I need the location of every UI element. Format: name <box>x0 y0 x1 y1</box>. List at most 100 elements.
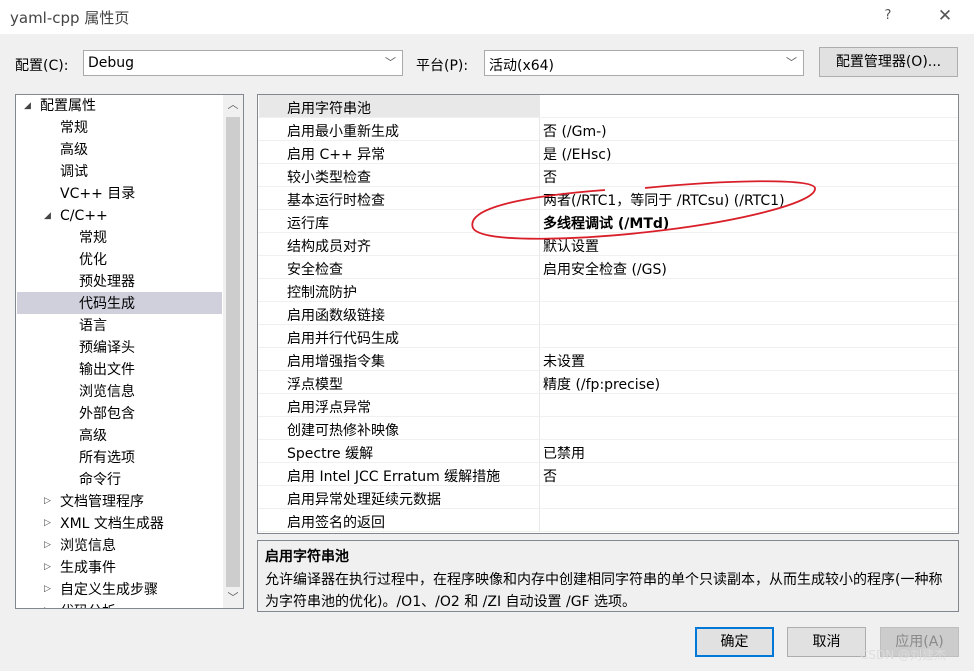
tree-scrollbar[interactable]: ︿ ﹀ <box>223 95 243 608</box>
property-row[interactable]: 启用最小重新生成 否 (/Gm-) <box>258 118 958 141</box>
tree-item[interactable]: 语言 <box>79 315 107 337</box>
column-divider <box>539 348 540 370</box>
tree-item[interactable]: 外部包含 <box>79 403 135 425</box>
column-divider <box>539 486 540 508</box>
tree-item-selected[interactable]: 代码生成 <box>79 293 135 315</box>
collapsed-arrow-icon[interactable]: ▷ <box>44 562 51 572</box>
collapsed-arrow-icon[interactable]: ▷ <box>44 496 51 506</box>
property-name: 启用增强指令集 <box>287 354 385 370</box>
scroll-down-icon[interactable]: ﹀ <box>223 588 243 608</box>
scroll-up-icon[interactable]: ︿ <box>223 95 243 115</box>
column-divider <box>539 233 540 255</box>
tree-item[interactable]: 浏览信息 <box>79 381 135 403</box>
tree-item-cpp[interactable]: C/C++ <box>60 205 108 227</box>
property-name: 启用浮点异常 <box>287 400 371 416</box>
property-value: 是 (/EHsc) <box>543 147 612 163</box>
chevron-down-icon: ﹀ <box>786 56 797 69</box>
column-divider <box>539 210 540 232</box>
tree-item[interactable]: 预编译头 <box>79 337 135 359</box>
property-grid[interactable]: 启用字符串池 启用最小重新生成 否 (/Gm-) 启用 C++ 异常 是 (/EHs… <box>257 94 959 534</box>
property-row[interactable]: 启用字符串池 <box>258 95 958 118</box>
tree-item[interactable]: 自定义生成步骤 <box>60 579 158 601</box>
property-tree[interactable]: ◢ 配置属性 常规 高级 调试 VC++ 目录 ◢ C/C++ 常规 优化 预处… <box>15 94 244 609</box>
tree-item[interactable]: 输出文件 <box>79 359 135 381</box>
property-value: 否 <box>543 170 557 186</box>
tree-item[interactable]: 所有选项 <box>79 447 135 469</box>
property-name: 启用 C++ 异常 <box>287 147 386 163</box>
property-name: 启用函数级链接 <box>287 308 385 324</box>
column-divider <box>539 187 540 209</box>
tree-item[interactable]: 高级 <box>79 425 107 447</box>
property-name: 启用并行代码生成 <box>287 331 399 347</box>
config-manager-button[interactable]: 配置管理器(O)... <box>819 47 958 77</box>
property-row[interactable]: 启用增强指令集 未设置 <box>258 348 958 371</box>
tree-item[interactable]: 优化 <box>79 249 107 271</box>
tree-item[interactable]: 文档管理程序 <box>60 491 144 513</box>
property-value: 两者(/RTC1，等同于 /RTCsu) (/RTC1) <box>543 193 785 209</box>
property-name: 启用 Intel JCC Erratum 缓解措施 <box>287 469 501 485</box>
property-row[interactable]: 运行库 多线程调试 (/MTd) <box>258 210 958 233</box>
property-row[interactable]: 控制流防护 <box>258 279 958 302</box>
tree-item[interactable]: 代码分析 <box>60 601 116 608</box>
property-row[interactable]: 启用并行代码生成 <box>258 325 958 348</box>
property-name: 基本运行时检查 <box>287 193 385 209</box>
property-value: 否 (/Gm-) <box>543 124 607 140</box>
property-value: 否 <box>543 469 557 485</box>
config-dropdown[interactable]: Debug ﹀ <box>83 50 403 76</box>
ok-button[interactable]: 确定 <box>695 627 774 657</box>
help-button[interactable]: ? <box>872 4 904 28</box>
property-name: 创建可热修补映像 <box>287 423 399 439</box>
property-row[interactable]: 结构成员对齐 默认设置 <box>258 233 958 256</box>
property-row[interactable]: 安全检查 启用安全检查 (/GS) <box>258 256 958 279</box>
tree-item[interactable]: 命令行 <box>79 469 121 491</box>
column-divider <box>539 394 540 416</box>
expanded-arrow-icon[interactable]: ◢ <box>24 101 31 111</box>
tree-item[interactable]: 常规 <box>60 117 88 139</box>
cancel-button[interactable]: 取消 <box>787 627 866 657</box>
collapsed-arrow-icon[interactable]: ▷ <box>44 584 51 594</box>
column-divider <box>539 371 540 393</box>
config-label: 配置(C): <box>15 58 69 74</box>
collapsed-arrow-icon[interactable]: ▷ <box>44 540 51 550</box>
column-divider <box>539 509 540 531</box>
column-divider <box>539 302 540 324</box>
tree-item[interactable]: VC++ 目录 <box>60 183 135 205</box>
property-value: 多线程调试 (/MTd) <box>543 216 670 232</box>
tree-item[interactable]: 生成事件 <box>60 557 116 579</box>
property-row[interactable]: 启用 Intel JCC Erratum 缓解措施 否 <box>258 463 958 486</box>
description-title: 启用字符串池 <box>265 549 349 565</box>
tree-item[interactable]: 调试 <box>60 161 88 183</box>
property-row[interactable]: 启用 C++ 异常 是 (/EHsc) <box>258 141 958 164</box>
property-row[interactable]: 启用签名的返回 <box>258 509 958 532</box>
property-row[interactable]: 启用异常处理延续元数据 <box>258 486 958 509</box>
watermark: CSDN @刘建杰 <box>860 648 947 662</box>
tree-item[interactable]: 常规 <box>79 227 107 249</box>
tree-item[interactable]: 浏览信息 <box>60 535 116 557</box>
property-row[interactable]: 启用浮点异常 <box>258 394 958 417</box>
property-row[interactable]: Spectre 缓解 已禁用 <box>258 440 958 463</box>
property-value: 已禁用 <box>543 446 585 462</box>
column-divider <box>539 417 540 439</box>
tree-item[interactable]: 预处理器 <box>79 271 135 293</box>
property-name: 结构成员对齐 <box>287 239 371 255</box>
scrollbar-thumb[interactable] <box>226 117 240 587</box>
property-row[interactable]: 创建可热修补映像 <box>258 417 958 440</box>
close-button[interactable]: ✕ <box>929 4 961 28</box>
column-divider <box>539 279 540 301</box>
collapsed-arrow-icon[interactable]: ▷ <box>44 606 51 608</box>
property-value: 默认设置 <box>543 239 599 255</box>
tree-item[interactable]: XML 文档生成器 <box>60 513 164 535</box>
property-row[interactable]: 基本运行时检查 两者(/RTC1，等同于 /RTCsu) (/RTC1) <box>258 187 958 210</box>
property-value: 启用安全检查 (/GS) <box>543 262 667 278</box>
collapsed-arrow-icon[interactable]: ▷ <box>44 518 51 528</box>
tree-item[interactable]: 高级 <box>60 139 88 161</box>
property-name: 启用字符串池 <box>287 101 371 117</box>
tree-item-root[interactable]: 配置属性 <box>40 95 96 117</box>
property-name: 启用异常处理延续元数据 <box>287 492 441 508</box>
property-row[interactable]: 启用函数级链接 <box>258 302 958 325</box>
property-row[interactable]: 较小类型检查 否 <box>258 164 958 187</box>
platform-dropdown[interactable]: 活动(x64) ﹀ <box>484 50 804 76</box>
expanded-arrow-icon[interactable]: ◢ <box>44 211 51 221</box>
property-row[interactable]: 浮点模型 精度 (/fp:precise) <box>258 371 958 394</box>
property-name: 启用最小重新生成 <box>287 124 399 140</box>
